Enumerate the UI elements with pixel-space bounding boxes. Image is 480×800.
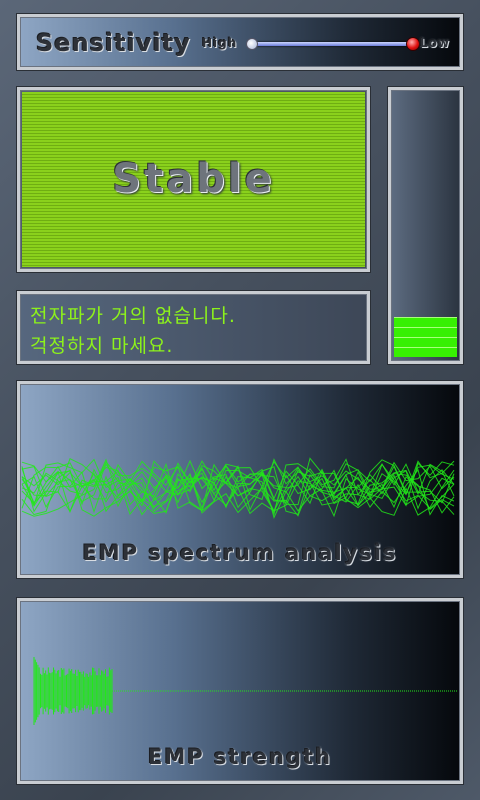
sensitivity-slider-track[interactable] [250,42,412,46]
status-display: Stable [17,87,370,272]
strength-panel: EMP strength [17,598,463,784]
level-meter [388,87,463,364]
sensitivity-slider-thumb[interactable] [406,37,420,51]
spectrum-panel: EMP spectrum analysis [17,381,463,578]
sensitivity-label: Sensitivity [36,29,191,57]
slider-end-cap [246,38,258,50]
message-line-1: 전자파가 거의 없습니다. [30,305,236,327]
meter-segment [394,347,457,357]
meter-segment [394,317,457,327]
status-word: Stable [112,156,275,202]
message-panel: 전자파가 거의 없습니다. 걱정하지 마세요. [17,291,370,364]
message-line-2: 걱정하지 마세요. [30,335,174,357]
high-label: High [202,36,238,50]
low-label: Low [420,36,450,50]
spectrum-title: EMP spectrum analysis [82,541,398,565]
meter-segment [394,327,457,337]
meter-segment [394,337,457,347]
sensitivity-panel: Sensitivity High Low [17,14,463,70]
status-screen: Stable [22,92,365,267]
strength-title: EMP strength [147,745,333,769]
